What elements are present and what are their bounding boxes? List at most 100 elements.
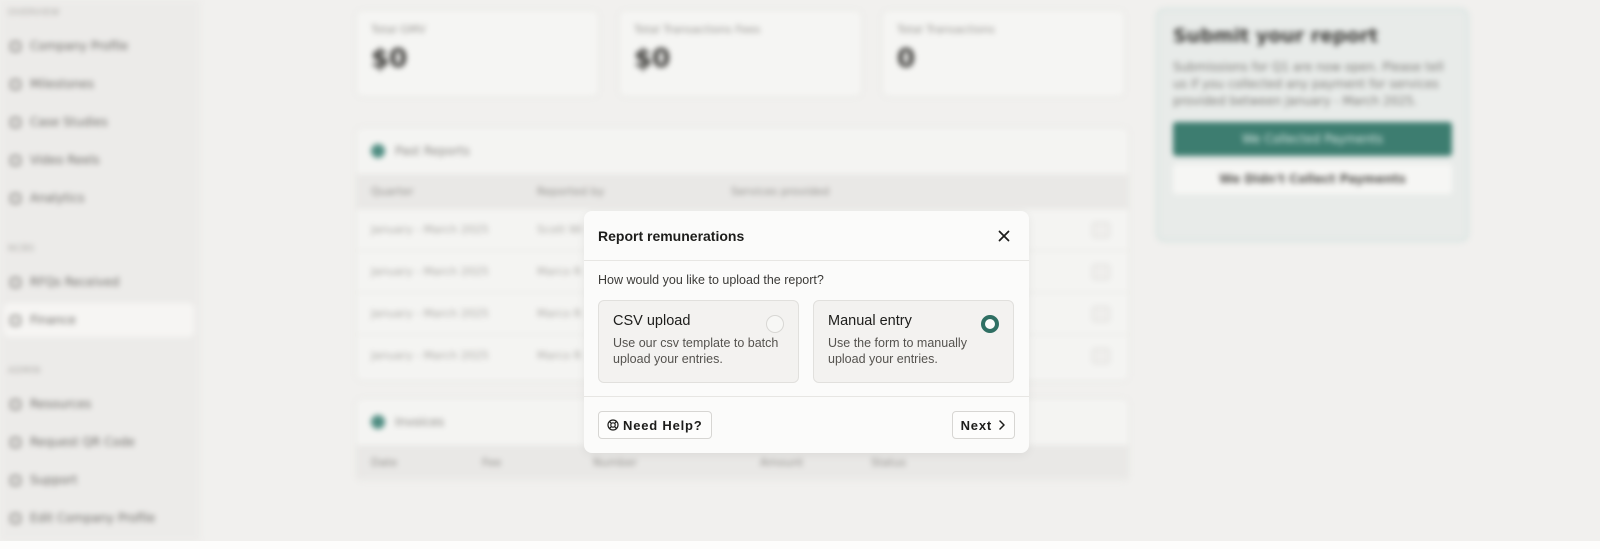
- document-icon: [10, 116, 21, 128]
- profile-icon: [10, 40, 21, 52]
- need-help-button[interactable]: Need Help?: [598, 411, 712, 439]
- qr-code-icon: [10, 436, 21, 448]
- sidebar-item-resources[interactable]: Resources: [4, 387, 194, 421]
- cell-quarter: January - March 2025: [371, 265, 489, 278]
- sidebar-item-label: Finance: [30, 313, 76, 327]
- next-button[interactable]: Next: [951, 411, 1015, 439]
- close-button[interactable]: [993, 225, 1015, 247]
- modal-footer: Need Help? Next: [584, 396, 1029, 453]
- modal-title: Report remunerations: [598, 227, 745, 244]
- table-header: Quarter Reported by Services provided: [357, 174, 1128, 208]
- cell-reported-by: Marco R: [537, 265, 582, 278]
- stat-label: Total Transactions Fees: [634, 23, 761, 36]
- sidebar-item-label: Video Reels: [30, 153, 100, 167]
- stat-value: $0: [371, 44, 408, 74]
- panel-title: Invoices: [395, 415, 445, 429]
- cell-quarter: January - March 2025: [371, 307, 489, 320]
- column-header: Amount: [760, 455, 804, 469]
- manual-entry-radio[interactable]: [981, 315, 999, 333]
- option-csv-upload[interactable]: CSV upload Use our csv template to batch…: [598, 300, 799, 383]
- sidebar-item-edit-profile[interactable]: Edit Company Profile: [4, 501, 194, 535]
- column-header: Status: [871, 455, 907, 469]
- column-header: Reported by: [537, 184, 605, 198]
- bottom-strip: [0, 541, 1600, 549]
- sidebar-item-finance[interactable]: Finance: [4, 303, 194, 337]
- sidebar-item-label: Request QR Code: [30, 435, 135, 449]
- row-action-button[interactable]: [1092, 348, 1110, 364]
- row-action-button[interactable]: [1092, 306, 1110, 322]
- column-header: Services provided: [731, 184, 830, 198]
- upload-options: CSV upload Use our csv template to batch…: [598, 300, 1015, 383]
- panel-title: Past Reports: [395, 144, 470, 158]
- sidebar-item-label: Analytics: [30, 191, 85, 205]
- sidebar-item-case-studies[interactable]: Case Studies: [4, 105, 194, 139]
- sidebar-item-label: Milestones: [30, 77, 94, 91]
- csv-upload-radio[interactable]: [766, 315, 784, 333]
- row-action-button[interactable]: [1092, 264, 1110, 280]
- sidebar-section-label: NCBS: [8, 244, 35, 254]
- submit-card-body: Submissions for Q1 are now open. Please …: [1173, 60, 1444, 108]
- cell-reported-by: Marco R: [537, 307, 582, 320]
- cell-reported-by: Scott Wi: [537, 223, 583, 236]
- sidebar-item-label: Company Profile: [30, 39, 129, 53]
- stat-value: $0: [634, 44, 671, 74]
- stat-label: Total GMV: [371, 23, 426, 36]
- column-header: Number: [593, 455, 638, 469]
- row-action-button[interactable]: [1092, 222, 1110, 238]
- help-lifebuoy-icon: [607, 419, 619, 431]
- support-icon: [10, 474, 21, 486]
- cell-quarter: January - March 2025: [371, 349, 489, 362]
- stat-value: 0: [897, 44, 916, 74]
- sidebar-item-label: Case Studies: [30, 115, 108, 129]
- option-description: Use our csv template to batch upload you…: [613, 336, 779, 366]
- close-icon: [998, 230, 1010, 241]
- stat-label: Total Transactions: [897, 23, 995, 36]
- sidebar-item-analytics[interactable]: Analytics: [4, 181, 194, 215]
- inbox-icon: [10, 276, 21, 288]
- submit-card-title: Submit your report: [1173, 25, 1379, 47]
- sidebar-item-label: RFQs Received: [30, 275, 120, 289]
- cell-quarter: January - March 2025: [371, 223, 489, 236]
- book-icon: [10, 398, 21, 410]
- sidebar-item-rfqs[interactable]: RFQs Received: [4, 265, 194, 299]
- sidebar-item-company-profile[interactable]: Company Profile: [4, 29, 194, 63]
- report-remunerations-modal: Report remunerations How would you like …: [584, 211, 1029, 453]
- sidebar-item-label: Edit Company Profile: [30, 511, 156, 525]
- milestone-icon: [10, 78, 21, 90]
- sidebar-item-label: Resources: [30, 397, 92, 411]
- chart-icon: [10, 192, 21, 204]
- sidebar-item-support[interactable]: Support: [4, 463, 194, 497]
- stat-card-fees: Total Transactions Fees $0: [619, 10, 862, 97]
- sidebar-section-label: Admin: [8, 366, 41, 376]
- edit-icon: [10, 512, 21, 524]
- submit-report-card: Submit your report Submissions for Q1 ar…: [1156, 8, 1469, 242]
- reports-icon: [371, 144, 385, 158]
- sidebar-item-label: Support: [30, 473, 78, 487]
- didnt-collect-payments-button[interactable]: We Didn't Collect Payments: [1173, 164, 1452, 194]
- column-header: Date: [371, 455, 398, 469]
- modal-body: How would you like to upload the report?…: [584, 261, 1029, 383]
- video-icon: [10, 154, 21, 166]
- sidebar: Overview Company Profile Milestones Case…: [0, 0, 200, 541]
- stat-card-transactions: Total Transactions 0: [882, 10, 1125, 97]
- sidebar-item-request-qr[interactable]: Request QR Code: [4, 425, 194, 459]
- option-title: CSV upload: [613, 313, 691, 329]
- column-header: Quarter: [371, 184, 414, 198]
- sidebar-item-milestones[interactable]: Milestones: [4, 67, 194, 101]
- invoice-icon: [371, 415, 385, 429]
- panel-header: Past Reports: [357, 128, 1128, 174]
- modal-header: Report remunerations: [584, 211, 1029, 261]
- cell-reported-by: Marco R: [537, 349, 582, 362]
- next-label: Next: [960, 417, 992, 433]
- finance-icon: [10, 314, 21, 326]
- option-title: Manual entry: [828, 313, 912, 329]
- chevron-right-icon: [998, 420, 1006, 430]
- option-manual-entry[interactable]: Manual entry Use the form to manually up…: [813, 300, 1014, 383]
- collected-payments-button[interactable]: We Collected Payments: [1173, 122, 1452, 156]
- sidebar-section-label: Overview: [8, 8, 60, 18]
- stat-card-gmv: Total GMV $0: [356, 10, 599, 97]
- need-help-label: Need Help?: [623, 417, 703, 433]
- sidebar-item-video-reels[interactable]: Video Reels: [4, 143, 194, 177]
- column-header: Fee: [482, 455, 502, 469]
- option-description: Use the form to manually upload your ent…: [828, 336, 967, 366]
